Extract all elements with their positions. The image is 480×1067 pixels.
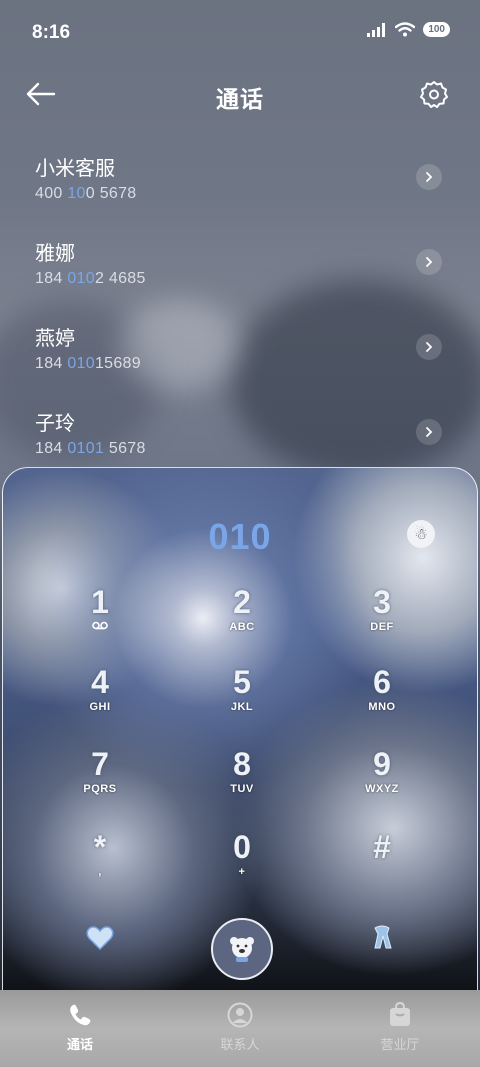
key-1[interactable]: 1: [45, 583, 155, 653]
key-8[interactable]: 8 TUV: [187, 745, 297, 815]
page-title: 通话: [216, 86, 264, 112]
key-letters: PQRS: [83, 783, 117, 795]
battery-icon: 100: [423, 22, 450, 37]
key-digit: 9: [373, 746, 391, 782]
key-digit: 4: [91, 664, 109, 700]
contact-name: 子玲: [35, 413, 75, 435]
key-star[interactable]: * ,: [45, 828, 155, 898]
key-letters: ,: [98, 866, 102, 878]
contact-number: 184 0101 5678: [35, 440, 146, 457]
key-hash[interactable]: #: [327, 828, 437, 898]
key-9[interactable]: 9 WXYZ: [327, 745, 437, 815]
key-7[interactable]: 7 PQRS: [45, 745, 155, 815]
dialpad: 010 ☃ 1 2 ABC 3 DEF 4 GHI 5 JKL 6 MNO 7 …: [2, 467, 478, 997]
tab-bar: 通话 联系人 营业厅: [0, 990, 480, 1067]
contact-list: 小米客服 400 100 5678 雅娜 184 0102 4685 燕婷 18…: [0, 140, 480, 480]
status-time: 8:16: [32, 22, 71, 43]
contact-name: 燕婷: [35, 328, 75, 350]
key-digit: 7: [91, 746, 109, 782]
chevron-right-icon[interactable]: [416, 249, 442, 275]
contact-item[interactable]: 燕婷 184 01015689: [0, 310, 480, 395]
key-digit: 5: [233, 664, 251, 700]
heart-icon[interactable]: [85, 923, 115, 953]
key-letters: DEF: [370, 621, 394, 633]
key-digit: 8: [233, 746, 251, 782]
contact-number: 400 100 5678: [35, 185, 137, 202]
key-letters: +: [238, 866, 246, 878]
signal-icon: [367, 22, 386, 37]
bag-icon: [390, 1002, 410, 1026]
key-letters: TUV: [230, 783, 254, 795]
key-digit: #: [373, 829, 391, 865]
contact-number: 184 01015689: [35, 355, 141, 372]
wifi-icon: [395, 22, 416, 37]
scarf-icon[interactable]: [367, 923, 397, 953]
chevron-right-icon[interactable]: [416, 334, 442, 360]
status-icons: 100: [367, 22, 450, 37]
key-letters: WXYZ: [365, 783, 399, 795]
key-digit: 3: [373, 584, 391, 620]
tab-label: 通话: [66, 1037, 93, 1052]
gear-icon[interactable]: [420, 80, 448, 108]
key-digit: 2: [233, 584, 251, 620]
key-5[interactable]: 5 JKL: [187, 663, 297, 733]
voicemail-icon: [45, 621, 155, 633]
key-digit: 1: [91, 584, 109, 620]
key-4[interactable]: 4 GHI: [45, 663, 155, 733]
key-digit: 6: [373, 664, 391, 700]
contact-item[interactable]: 小米客服 400 100 5678: [0, 140, 480, 225]
call-button[interactable]: [211, 918, 273, 980]
tab-label: 营业厅: [380, 1037, 420, 1052]
chevron-right-icon[interactable]: [416, 164, 442, 190]
key-2[interactable]: 2 ABC: [187, 583, 297, 653]
key-6[interactable]: 6 MNO: [327, 663, 437, 733]
bear-icon: [230, 937, 254, 962]
phone-icon: [70, 1004, 91, 1026]
contact-item[interactable]: 雅娜 184 0102 4685: [0, 225, 480, 310]
tab-calls[interactable]: 通话: [0, 990, 160, 1067]
key-digit: *: [93, 829, 107, 865]
tab-label: 联系人: [220, 1037, 260, 1052]
tab-contacts[interactable]: 联系人: [160, 990, 320, 1067]
key-letters: JKL: [230, 701, 254, 713]
dialed-number[interactable]: 010: [3, 516, 477, 558]
contact-icon: [227, 1002, 253, 1028]
tab-service-hall[interactable]: 营业厅: [320, 990, 480, 1067]
key-letters: GHI: [89, 701, 111, 713]
key-digit: 0: [233, 829, 251, 865]
contact-name: 雅娜: [35, 243, 75, 265]
chevron-right-icon[interactable]: [416, 419, 442, 445]
key-letters: ABC: [229, 621, 255, 633]
snowman-icon[interactable]: ☃: [407, 520, 435, 548]
status-bar: 8:16 100: [0, 0, 480, 64]
key-3[interactable]: 3 DEF: [327, 583, 437, 653]
header: 通话: [0, 70, 480, 120]
key-0[interactable]: 0 +: [187, 828, 297, 898]
contact-number: 184 0102 4685: [35, 270, 146, 287]
key-letters: MNO: [368, 701, 396, 713]
contact-name: 小米客服: [35, 158, 115, 180]
